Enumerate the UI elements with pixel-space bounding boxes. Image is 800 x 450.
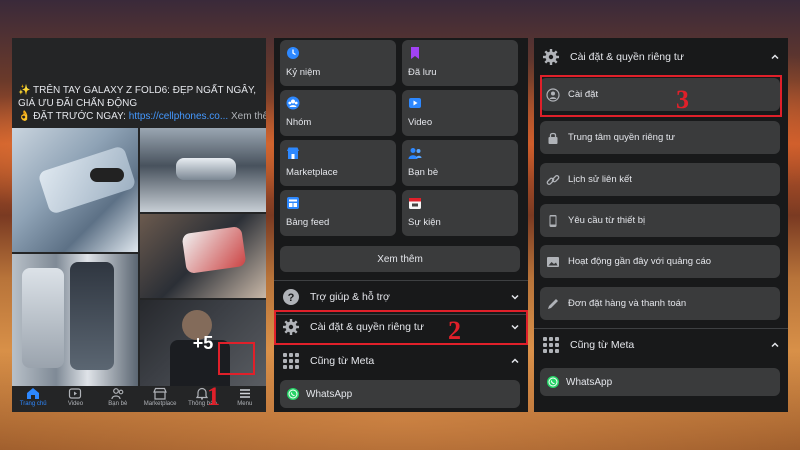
orders-payments-label: Đơn đặt hàng và thanh toán bbox=[568, 298, 687, 309]
post-text: ✨ TRÊN TAY GALAXY Z FOLD6: ĐẸP NGẤT NGÂY… bbox=[18, 85, 257, 109]
whatsapp-label: WhatsApp bbox=[566, 376, 613, 388]
tile-events[interactable]: Sự kiện bbox=[402, 190, 518, 236]
nav-video[interactable]: Video bbox=[54, 386, 96, 412]
also-from-meta-label: Cũng từ Meta bbox=[570, 339, 635, 351]
tile-saved[interactable]: Đã lưu bbox=[402, 40, 518, 86]
help-support-label: Trợ giúp & hỗ trợ bbox=[310, 291, 390, 303]
post-photo-2[interactable] bbox=[140, 128, 266, 212]
whatsapp-row[interactable]: WhatsApp bbox=[540, 368, 780, 396]
also-from-meta-row[interactable]: Cũng từ Meta bbox=[274, 346, 528, 376]
tile-memories-label: Kỷ niệm bbox=[286, 67, 321, 78]
gear-icon bbox=[543, 49, 559, 65]
tile-groups[interactable]: Nhóm bbox=[280, 90, 396, 136]
post-photo-3[interactable] bbox=[140, 214, 266, 298]
nav-marketplace-label: Marketplace bbox=[143, 401, 177, 407]
friends-icon bbox=[408, 148, 422, 159]
tile-friends-label: Bạn bè bbox=[408, 167, 439, 178]
whatsapp-icon bbox=[547, 376, 559, 388]
friends-icon bbox=[111, 388, 124, 400]
tile-memories[interactable]: Kỷ niệm bbox=[280, 40, 396, 86]
chevron-up-icon bbox=[771, 342, 779, 348]
recent-ad-activity-label: Hoạt động gần đây với quảng cáo bbox=[568, 256, 712, 267]
tile-video[interactable]: Video bbox=[402, 90, 518, 136]
tile-video-label: Video bbox=[408, 117, 433, 128]
grid-icon bbox=[283, 353, 299, 369]
help-icon: ? bbox=[283, 289, 299, 305]
post-cta-line: 👌 ĐẶT TRƯỚC NGAY: https://cellphones.co.… bbox=[18, 111, 266, 122]
tile-feeds[interactable]: Bảng feed bbox=[280, 190, 396, 236]
chevron-up-icon bbox=[771, 54, 779, 60]
post-photo-4[interactable] bbox=[12, 254, 138, 386]
settings-highlight-box bbox=[274, 310, 528, 345]
video-icon bbox=[69, 388, 82, 399]
nav-friends[interactable]: Bạn bè bbox=[97, 386, 139, 412]
menu-highlight-box bbox=[218, 342, 255, 375]
chevron-down-icon bbox=[511, 294, 519, 300]
lock-icon bbox=[548, 132, 558, 144]
orders-payments-item[interactable]: Đơn đặt hàng và thanh toán bbox=[540, 287, 780, 320]
device-requests-label: Yêu cầu từ thiết bị bbox=[568, 215, 646, 226]
menu-icon bbox=[239, 389, 250, 398]
whatsapp-row[interactable]: WhatsApp bbox=[280, 380, 520, 408]
help-support-row[interactable]: ? Trợ giúp & hỗ trợ bbox=[274, 282, 528, 312]
video-icon bbox=[409, 98, 421, 108]
nav-marketplace[interactable]: Marketplace bbox=[139, 386, 181, 412]
feed-icon bbox=[287, 197, 299, 209]
image-icon bbox=[547, 256, 559, 267]
nav-menu[interactable]: Menu bbox=[224, 386, 266, 412]
chevron-up-icon bbox=[511, 358, 519, 364]
tile-marketplace-label: Marketplace bbox=[286, 167, 338, 178]
see-more-button[interactable]: Xem thêm bbox=[280, 246, 520, 272]
nav-video-label: Video bbox=[67, 401, 84, 407]
tile-groups-label: Nhóm bbox=[286, 117, 312, 128]
post-cta-prefix: 👌 ĐẶT TRƯỚC NGAY: bbox=[18, 111, 129, 122]
post-see-more-link[interactable]: Xem thêm bbox=[228, 111, 266, 122]
marketplace-icon bbox=[287, 147, 299, 159]
privacy-center-item[interactable]: Trung tâm quyền riêng tư bbox=[540, 121, 780, 154]
whatsapp-icon bbox=[287, 388, 299, 400]
bottom-navigation: Trang chủ Video Bạn bè Marketplace Thông… bbox=[12, 386, 266, 412]
nav-menu-label: Menu bbox=[237, 401, 253, 407]
calendar-icon bbox=[409, 198, 421, 209]
recent-ad-activity-item[interactable]: Hoạt động gần đây với quảng cáo bbox=[540, 245, 780, 278]
device-requests-item[interactable]: Yêu cầu từ thiết bị bbox=[540, 204, 780, 237]
step-number-3: 3 bbox=[676, 85, 689, 114]
settings-privacy-header[interactable]: Cài đặt & quyền riêng tư bbox=[534, 42, 788, 72]
group-icon bbox=[286, 96, 300, 110]
settings-item-highlight-box bbox=[540, 75, 782, 117]
nav-home-label: Trang chủ bbox=[19, 401, 47, 407]
divider bbox=[274, 280, 528, 281]
home-icon bbox=[27, 388, 40, 399]
privacy-center-label: Trung tâm quyền riêng tư bbox=[568, 132, 675, 143]
link-icon bbox=[546, 174, 560, 185]
pencil-icon bbox=[548, 298, 558, 309]
also-from-meta-label: Cũng từ Meta bbox=[310, 355, 375, 367]
facebook-menu-panel: Kỷ niệm Đã lưu Nhóm Video Marketplace Bạ… bbox=[274, 38, 528, 412]
link-history-label: Lịch sử liên kết bbox=[568, 174, 632, 185]
divider bbox=[534, 328, 788, 329]
step-number-1: 1 bbox=[207, 382, 220, 411]
tile-marketplace[interactable]: Marketplace bbox=[280, 140, 396, 186]
tile-feeds-label: Bảng feed bbox=[286, 217, 330, 228]
tile-friends[interactable]: Bạn bè bbox=[402, 140, 518, 186]
tile-saved-label: Đã lưu bbox=[408, 67, 437, 78]
svg-text:?: ? bbox=[288, 292, 295, 304]
tile-events-label: Sự kiện bbox=[408, 217, 441, 228]
nav-friends-label: Bạn bè bbox=[108, 401, 128, 407]
marketplace-icon bbox=[153, 387, 168, 400]
post-link[interactable]: https://cellphones.co... bbox=[129, 111, 229, 122]
bookmark-icon bbox=[411, 47, 419, 59]
device-icon bbox=[549, 214, 557, 227]
link-history-item[interactable]: Lịch sử liên kết bbox=[540, 163, 780, 196]
post-photo-1[interactable] bbox=[12, 128, 138, 252]
also-from-meta-row[interactable]: Cũng từ Meta bbox=[534, 330, 788, 360]
clock-icon bbox=[287, 47, 299, 59]
step-number-2: 2 bbox=[448, 316, 461, 345]
settings-privacy-header-label: Cài đặt & quyền riêng tư bbox=[570, 51, 684, 63]
grid-icon bbox=[543, 337, 559, 353]
nav-home[interactable]: Trang chủ bbox=[12, 386, 54, 412]
whatsapp-label: WhatsApp bbox=[306, 388, 353, 400]
